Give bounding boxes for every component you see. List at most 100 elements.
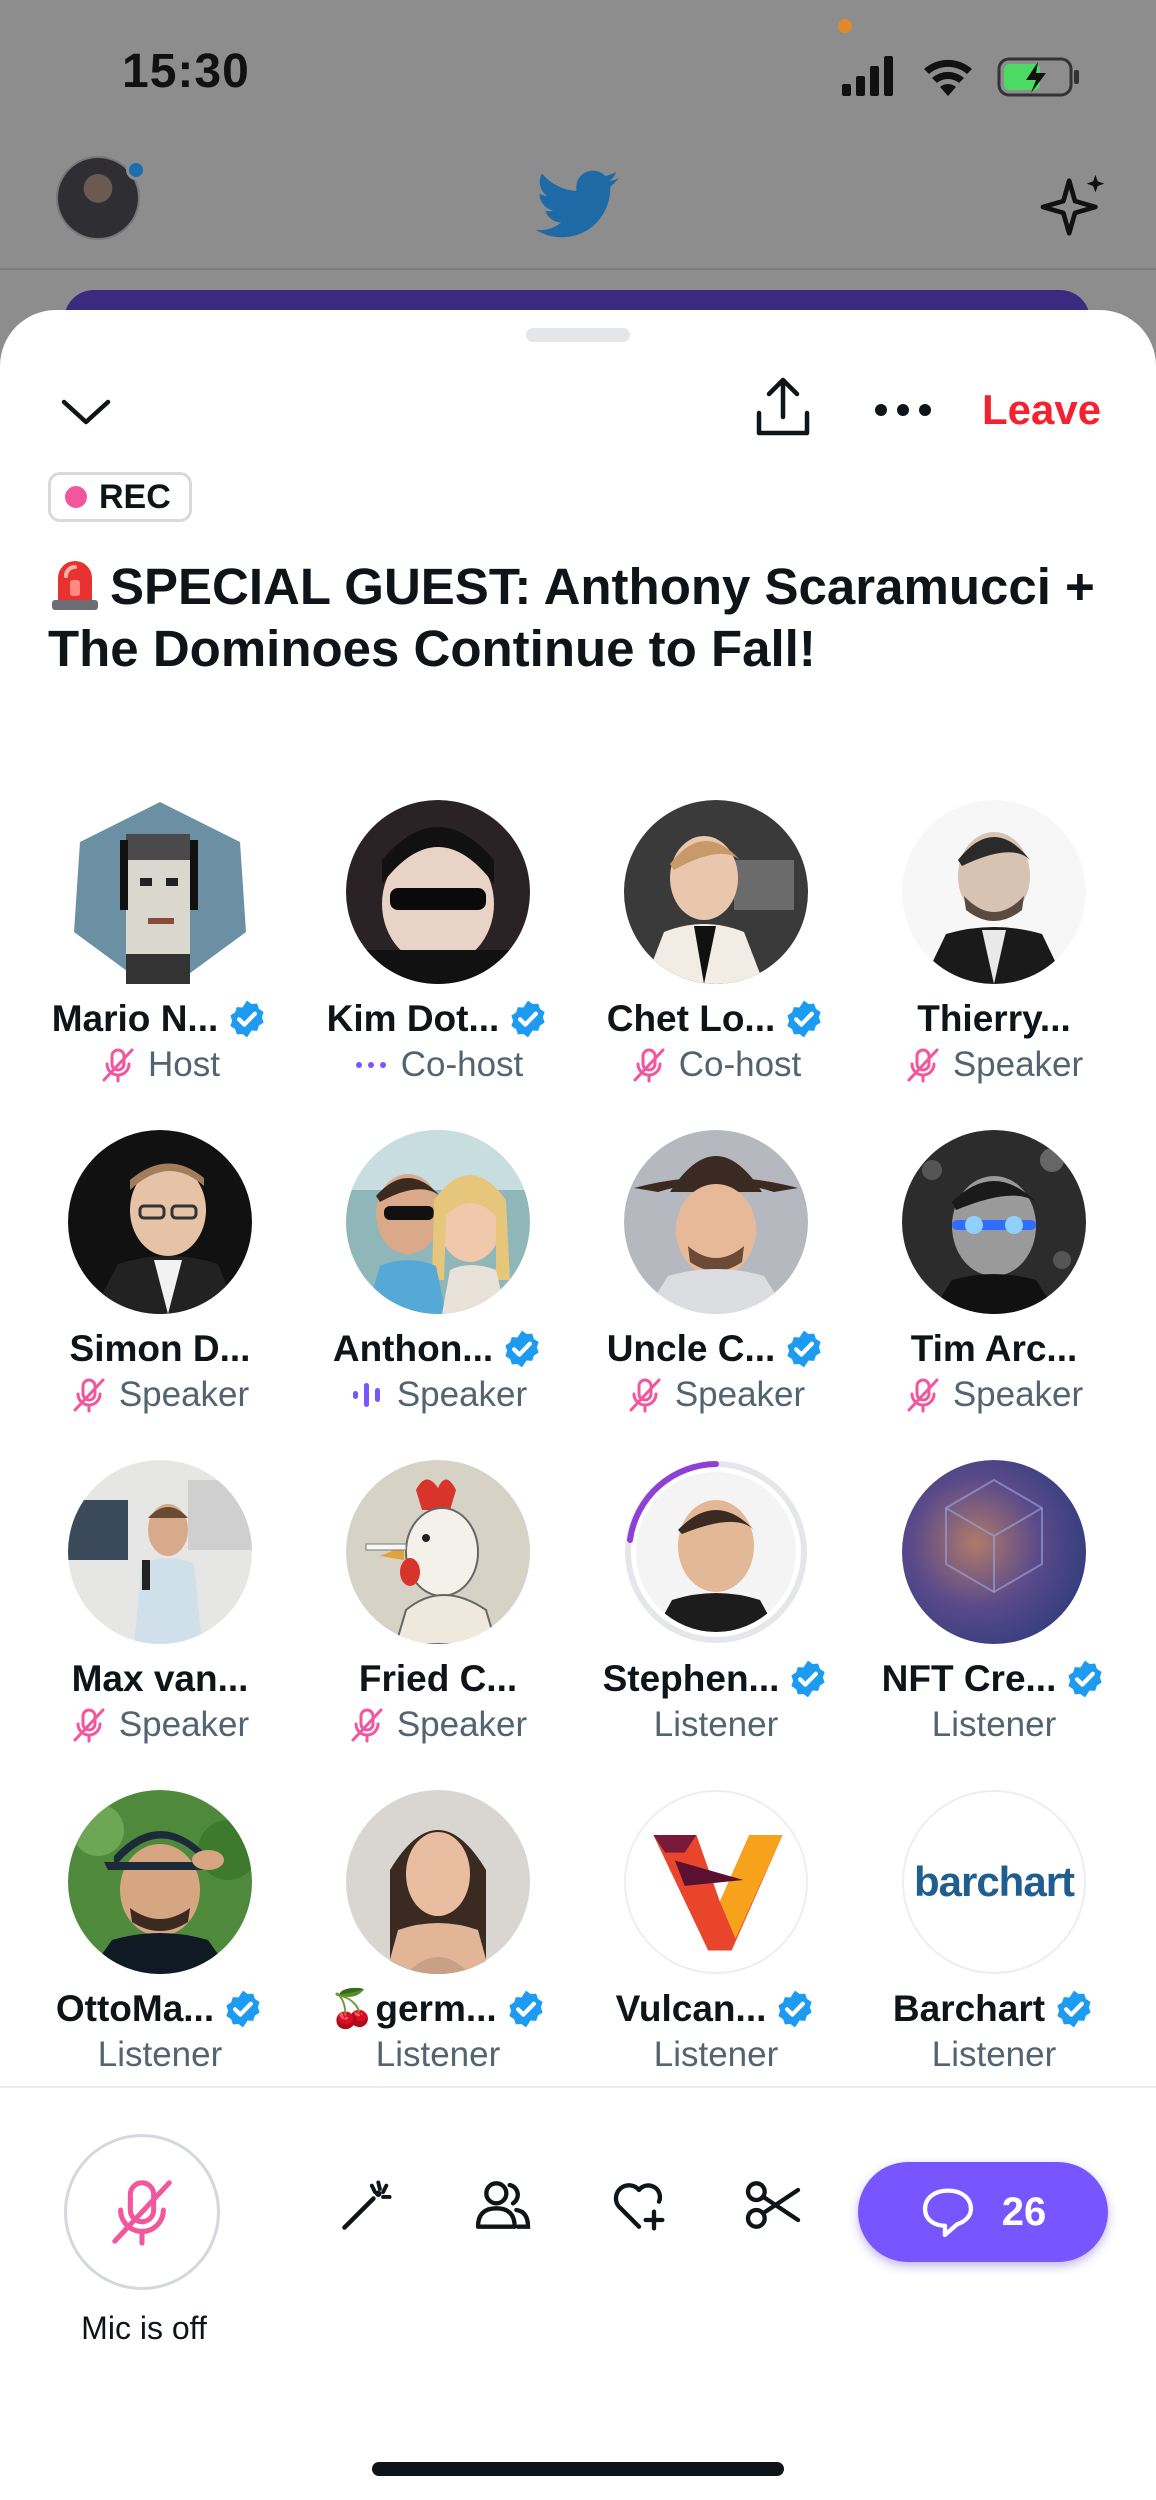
participant-card[interactable]: Vulcan... Listener bbox=[577, 1790, 855, 2090]
mic-toggle-button[interactable] bbox=[64, 2134, 220, 2290]
participant-card[interactable]: Uncle C... Speaker bbox=[577, 1130, 855, 1430]
participant-role-row: Listener bbox=[21, 2032, 299, 2078]
participant-card[interactable]: barchart Barchart Listener bbox=[855, 1790, 1133, 2090]
participant-name-row: NFT Cre... bbox=[855, 1654, 1133, 1704]
participant-card[interactable]: OttoMa... Listener bbox=[21, 1790, 299, 2090]
participant-name-row: Uncle C... bbox=[577, 1324, 855, 1374]
share-icon bbox=[756, 377, 810, 436]
verified-badge-icon bbox=[226, 1990, 260, 2028]
participant-card[interactable]: Simon D... Speaker bbox=[21, 1130, 299, 1430]
participant-name: Barchart bbox=[892, 1988, 1046, 2029]
participant-role: Host bbox=[148, 1045, 220, 1084]
participant-role: Co-host bbox=[678, 1045, 802, 1084]
participant-card[interactable]: Anthon... Speaker bbox=[299, 1130, 577, 1430]
verified-badge-icon bbox=[1068, 1660, 1102, 1698]
add-reaction-button[interactable] bbox=[604, 2170, 674, 2240]
verified-badge-icon bbox=[787, 1330, 821, 1368]
participant-avatar bbox=[624, 1460, 808, 1644]
participant-name-row: OttoMa... bbox=[21, 1984, 299, 2034]
participant-name: Tim Arc... bbox=[910, 1328, 1078, 1369]
participant-role-row: Speaker bbox=[299, 1372, 577, 1418]
participant-avatar bbox=[68, 1130, 252, 1314]
scissors-icon bbox=[745, 2181, 801, 2229]
sheet-grabber[interactable] bbox=[526, 328, 630, 342]
share-button[interactable] bbox=[748, 370, 818, 446]
participant-name-row: Simon D... bbox=[21, 1324, 299, 1374]
participant-role-row: Speaker bbox=[21, 1702, 299, 1748]
participant-card[interactable]: Fried C... Speaker bbox=[299, 1460, 577, 1760]
participant-role: Speaker bbox=[396, 1705, 528, 1744]
more-options-button[interactable] bbox=[868, 380, 938, 440]
home-indicator[interactable] bbox=[372, 2462, 784, 2476]
participant-name-row: Max van... bbox=[21, 1654, 299, 1704]
participant-name: Simon D... bbox=[69, 1328, 251, 1369]
status-icons bbox=[842, 56, 1079, 97]
participant-avatar bbox=[346, 1130, 530, 1314]
participant-card[interactable]: Chet Lo... Co-host bbox=[577, 800, 855, 1100]
recording-dot-icon bbox=[65, 486, 87, 508]
people-button[interactable] bbox=[468, 2170, 538, 2240]
participant-card[interactable]: 🍒germ... Listener bbox=[299, 1790, 577, 2090]
participant-card[interactable]: Kim Dot... Co-host bbox=[299, 800, 577, 1100]
verified-badge-icon bbox=[505, 1330, 539, 1368]
participant-card[interactable]: Mario N... Host bbox=[21, 800, 299, 1100]
verified-badge-icon bbox=[778, 1990, 813, 2028]
participant-role-row: Listener bbox=[855, 1702, 1133, 1748]
comments-button[interactable]: 26 bbox=[858, 2162, 1108, 2262]
participant-card[interactable]: Max van... Speaker bbox=[21, 1460, 299, 1760]
participant-role: Listener bbox=[653, 1705, 779, 1744]
participant-role-row: Co-host bbox=[299, 1042, 577, 1088]
clip-button[interactable] bbox=[738, 2170, 808, 2240]
verified-badge-icon bbox=[1057, 1990, 1091, 2028]
status-bar: 15:30 bbox=[0, 0, 1156, 150]
participant-role-row: Co-host bbox=[577, 1042, 855, 1088]
participant-card[interactable]: Stephen... Listener bbox=[577, 1460, 855, 1760]
space-title-text: SPECIAL GUEST: Anthony Scaramucci + The … bbox=[48, 558, 1095, 677]
participant-role-row: Speaker bbox=[855, 1372, 1133, 1418]
participant-card[interactable]: NFT Cre... Listener bbox=[855, 1460, 1133, 1760]
participant-role: Listener bbox=[931, 1705, 1057, 1744]
barchart-logo: barchart bbox=[913, 1858, 1075, 1905]
participant-name: Kim Dot... bbox=[326, 998, 500, 1039]
participant-name-row: Stephen... bbox=[577, 1654, 855, 1704]
recording-label: REC bbox=[99, 477, 171, 516]
participant-name-row: Vulcan... bbox=[577, 1984, 855, 2034]
participant-name-row: Kim Dot... bbox=[299, 994, 577, 1044]
participant-card[interactable]: Tim Arc... Speaker bbox=[855, 1130, 1133, 1430]
participant-name: Fried C... bbox=[358, 1658, 518, 1699]
participant-avatar bbox=[902, 1130, 1086, 1314]
dots-icon bbox=[355, 1062, 386, 1068]
participant-name-row: Thierry... bbox=[855, 994, 1133, 1044]
magic-wand-button[interactable] bbox=[332, 2170, 402, 2240]
participant-role: Speaker bbox=[952, 1045, 1084, 1084]
sparkle-icon[interactable] bbox=[1040, 172, 1110, 242]
participant-role-row: Listener bbox=[577, 1702, 855, 1748]
participant-name: Anthon... bbox=[332, 1328, 494, 1369]
participant-name: Uncle C... bbox=[606, 1328, 776, 1369]
participant-name-row: Mario N... bbox=[21, 994, 299, 1044]
participant-role: Speaker bbox=[118, 1375, 250, 1414]
mic-muted-icon bbox=[73, 1378, 105, 1413]
participant-name-row: Chet Lo... bbox=[577, 994, 855, 1044]
comments-count: 26 bbox=[1001, 2189, 1047, 2234]
participant-name: OttoMa... bbox=[55, 1988, 215, 2029]
mic-muted-icon bbox=[112, 2180, 172, 2246]
leave-button[interactable]: Leave bbox=[982, 380, 1101, 440]
mic-muted-icon bbox=[351, 1708, 383, 1743]
participant-avatar bbox=[346, 800, 530, 984]
battery-charging-icon bbox=[997, 57, 1079, 97]
participant-name: Chet Lo... bbox=[606, 998, 776, 1039]
participant-role: Listener bbox=[375, 2035, 501, 2074]
recording-badge: REC bbox=[48, 472, 192, 522]
participant-card[interactable]: Thierry... Speaker bbox=[855, 800, 1133, 1100]
participant-role-row: Speaker bbox=[299, 1702, 577, 1748]
participant-name: 🍒germ... bbox=[329, 1987, 497, 2029]
profile-avatar[interactable] bbox=[56, 156, 146, 254]
minimize-button[interactable] bbox=[52, 378, 120, 446]
verified-badge-icon bbox=[230, 1000, 264, 1038]
participant-role: Speaker bbox=[952, 1375, 1084, 1414]
participant-avatar bbox=[68, 1790, 252, 1974]
verified-badge-icon bbox=[787, 1000, 821, 1038]
participant-role: Speaker bbox=[118, 1705, 250, 1744]
participant-role: Listener bbox=[653, 2035, 779, 2074]
